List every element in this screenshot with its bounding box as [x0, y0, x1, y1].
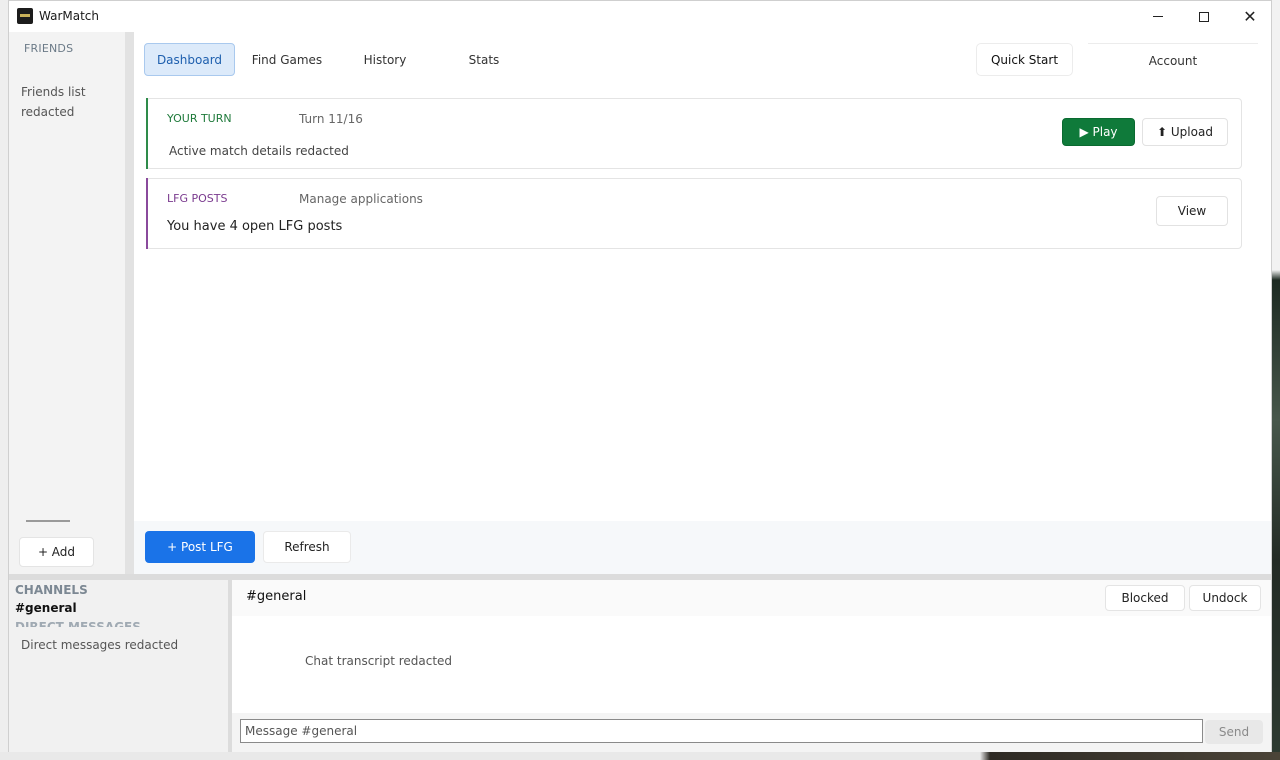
direct-messages-header: DIRECT MESSAGES	[15, 620, 141, 627]
tab-stats[interactable]: Stats	[454, 43, 514, 76]
app-window: WarMatch ✕ FRIENDS Friends list redacted…	[8, 0, 1272, 752]
channels-header: CHANNELS	[15, 583, 88, 597]
your-turn-label: YOUR TURN	[167, 112, 232, 125]
manage-applications-text: Manage applications	[299, 192, 423, 206]
minimize-button[interactable]	[1135, 1, 1181, 32]
maximize-icon	[1199, 11, 1209, 22]
match-details: Active match details redacted	[169, 144, 349, 158]
main-panel: Dashboard Find Games History Stats Quick…	[134, 32, 1271, 574]
view-lfg-button[interactable]: View	[1156, 196, 1228, 226]
message-composer: Send	[232, 713, 1271, 752]
desktop-background-bottom	[0, 752, 1280, 760]
close-icon: ✕	[1243, 6, 1257, 26]
tab-dashboard[interactable]: Dashboard	[144, 43, 235, 76]
sidebar-splitter[interactable]	[125, 32, 134, 574]
lfg-accent-bar	[146, 178, 148, 249]
play-button[interactable]: ▶ Play	[1062, 118, 1135, 146]
channel-item-general[interactable]: #general	[15, 601, 77, 615]
turn-accent-bar	[146, 98, 148, 169]
friends-header: FRIENDS	[24, 42, 74, 55]
desktop-background-right	[1272, 0, 1280, 760]
app-logo-icon	[17, 8, 33, 24]
open-lfg-count-text: You have 4 open LFG posts	[167, 219, 343, 234]
title-bar[interactable]: WarMatch ✕	[9, 1, 1271, 32]
your-turn-card: YOUR TURN Turn 11/16 Active match detail…	[146, 98, 1242, 169]
tab-find-games[interactable]: Find Games	[245, 43, 329, 76]
minimize-icon	[1153, 16, 1163, 17]
add-friend-button[interactable]: + Add	[19, 537, 94, 567]
channels-panel: CHANNELS #general DIRECT MESSAGES Direct…	[9, 580, 228, 752]
post-lfg-button[interactable]: + Post LFG	[145, 531, 255, 563]
lfg-posts-label: LFG POSTS	[167, 192, 228, 205]
chat-channel-title: #general	[246, 589, 307, 604]
friends-list-placeholder: Friends list redacted	[21, 85, 86, 119]
undock-button[interactable]: Undock	[1189, 585, 1261, 611]
chat-header: #general Blocked Undock	[232, 580, 1271, 616]
account-button[interactable]: Account	[1088, 43, 1258, 78]
maximize-button[interactable]	[1181, 1, 1227, 32]
send-button[interactable]: Send	[1205, 720, 1263, 744]
quick-start-button[interactable]: Quick Start	[976, 43, 1073, 76]
chat-transcript-placeholder: Chat transcript redacted	[305, 654, 453, 668]
blocked-button[interactable]: Blocked	[1105, 585, 1185, 611]
friends-resize-grip[interactable]	[26, 520, 70, 522]
direct-messages-placeholder: Direct messages redacted	[21, 638, 179, 652]
upload-button[interactable]: ⬆ Upload	[1142, 118, 1228, 146]
lfg-posts-card: LFG POSTS Manage applications You have 4…	[146, 178, 1242, 249]
tab-history[interactable]: History	[350, 43, 420, 76]
chat-panel: #general Blocked Undock Chat transcript …	[232, 580, 1271, 752]
app-title: WarMatch	[39, 9, 99, 23]
message-input[interactable]	[240, 719, 1203, 743]
action-bar: + Post LFG Refresh	[134, 521, 1271, 574]
desktop-background-left	[0, 0, 8, 760]
refresh-button[interactable]: Refresh	[263, 531, 351, 563]
turn-counter: Turn 11/16	[299, 112, 363, 126]
close-button[interactable]: ✕	[1227, 1, 1273, 32]
friends-sidebar: FRIENDS Friends list redacted + Add	[9, 32, 125, 574]
